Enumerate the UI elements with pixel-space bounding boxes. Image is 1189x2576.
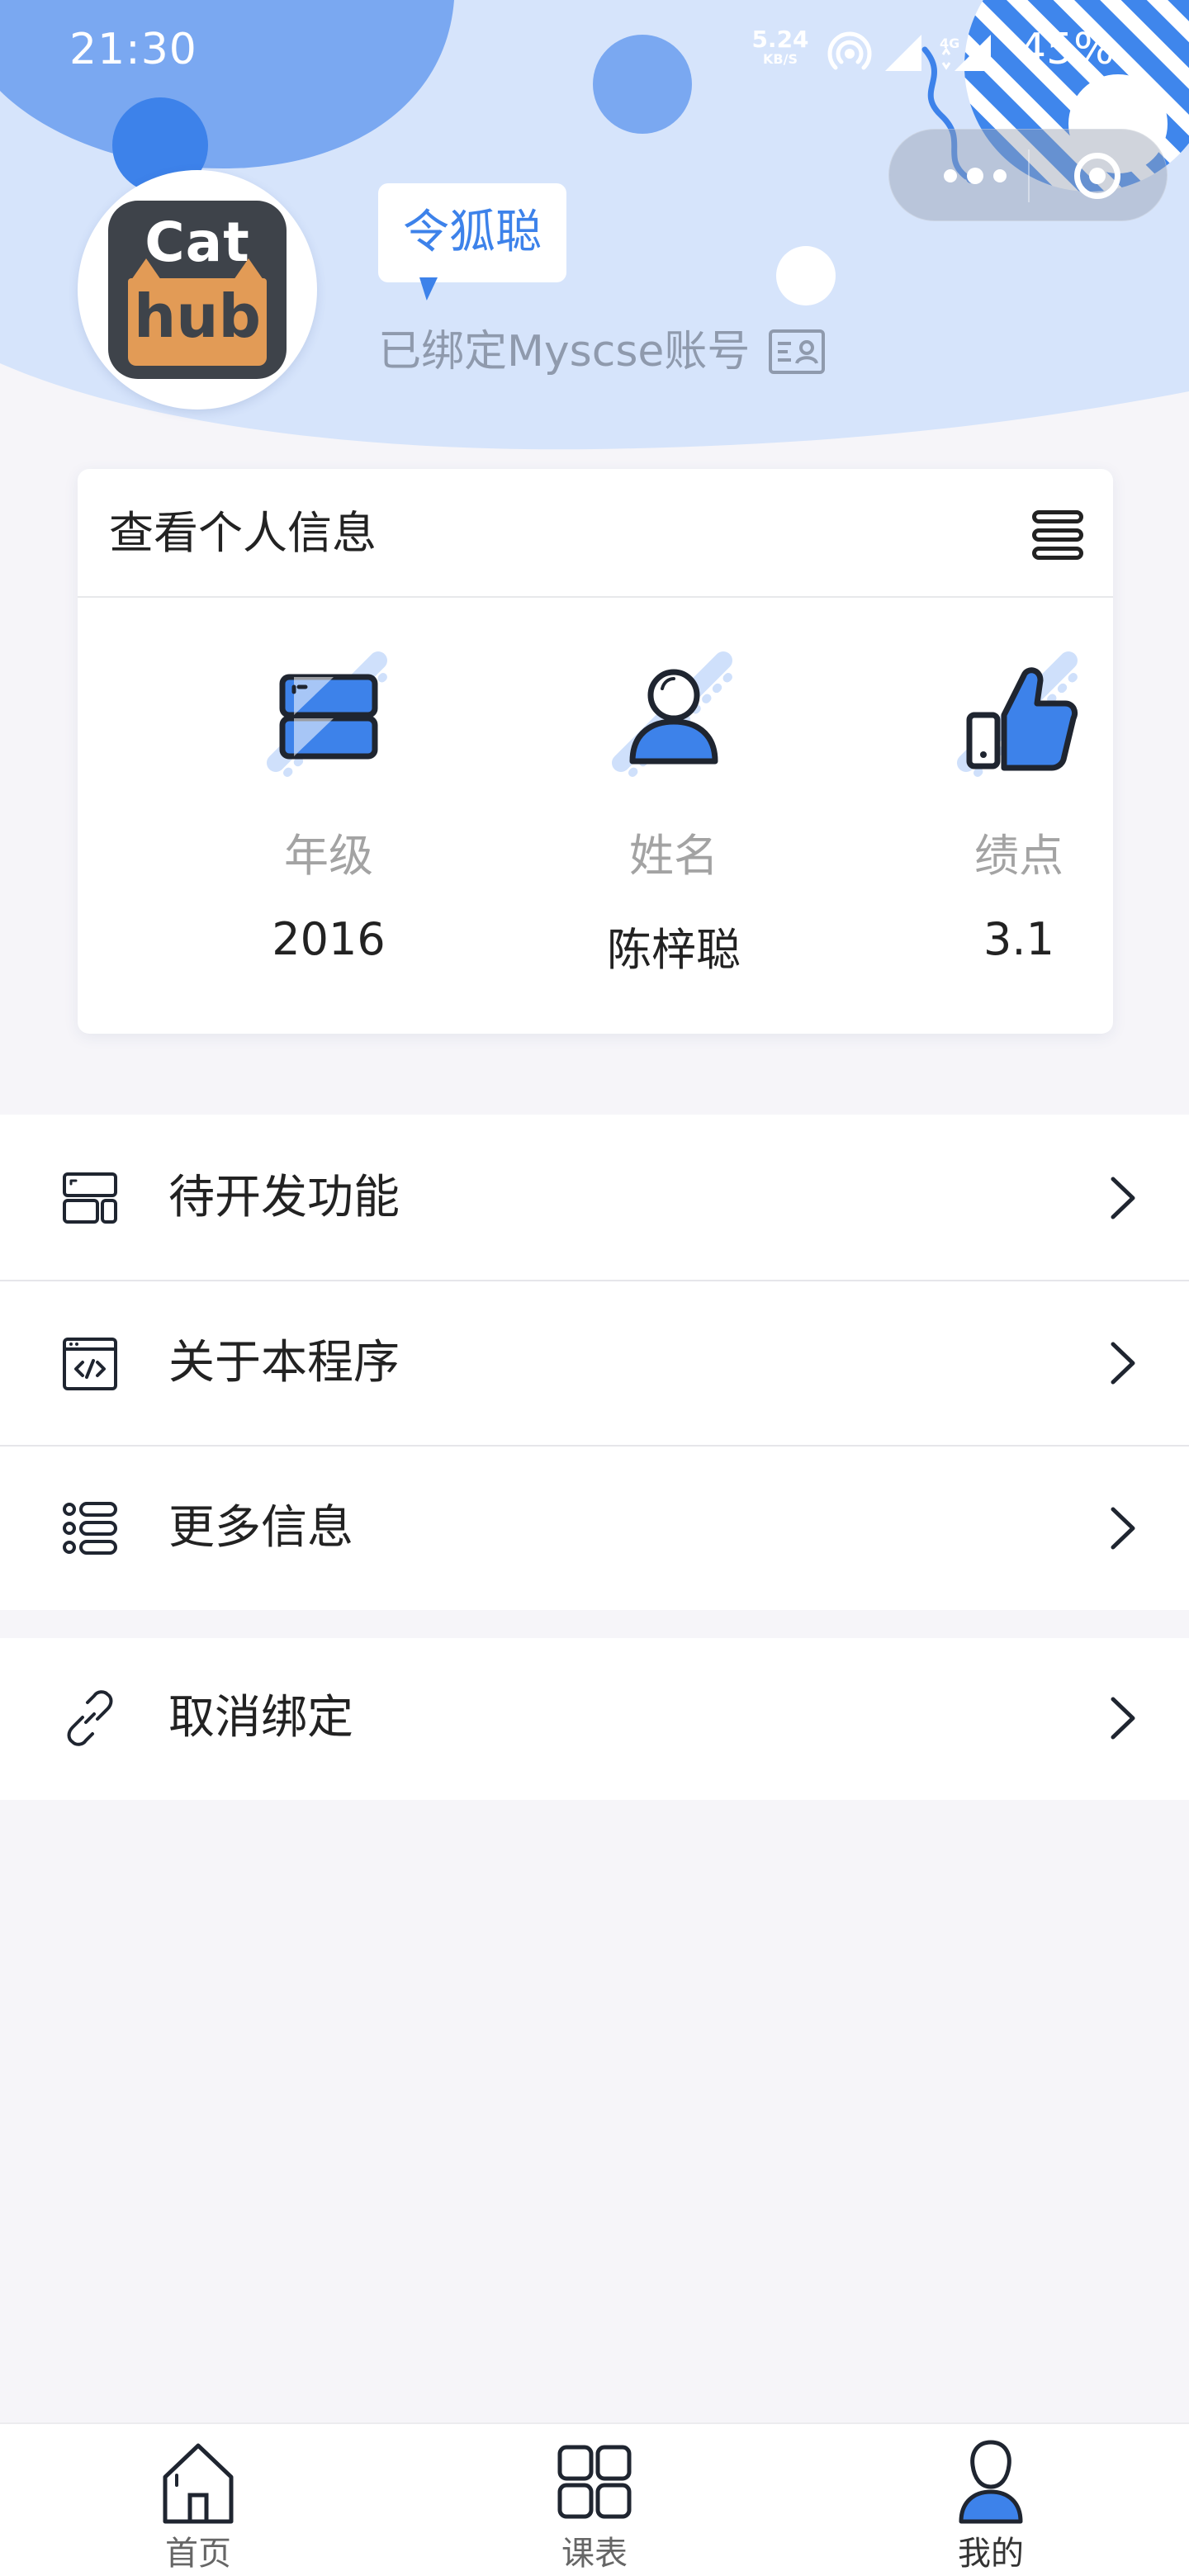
menu-label: 更多信息 [168,1501,353,1555]
tab-schedule[interactable]: 课表 [396,2424,793,2576]
home-icon [163,2443,234,2524]
menu-label: 关于本程序 [168,1336,400,1390]
target-close-icon[interactable] [1051,141,1144,211]
grid-icon [557,2445,632,2519]
user-icon [959,2440,1023,2524]
bound-status-text: 已绑定Myscse账号 [378,327,751,376]
menu-item-unbind[interactable]: 取消绑定 [0,1638,1189,1800]
signal-icon [885,35,921,71]
more-dots-icon[interactable] [919,130,1026,222]
logo-text-bottom: hub [133,282,262,351]
stat-label: 姓名 [629,830,718,882]
status-bar: 21:30 5.24 KB/S 4G 45% [0,0,1189,107]
logo-box: hub [128,258,267,366]
stats-row: 年级 2016 姓名 陈梓聪 绩点 3.1 [78,598,1113,1034]
stack-menu-icon[interactable] [1032,510,1083,560]
menu-item-about[interactable]: 关于本程序 [0,1280,1189,1445]
wifi-hotspot-icon [827,31,872,70]
link-icon [67,1690,113,1746]
thumbs-up-icon [957,651,1081,777]
tab-label: 课表 [561,2535,628,2573]
chevron-right-icon [1111,1177,1135,1219]
network-speed: 5.24 KB/S [751,28,809,66]
stat-value: 3.1 [983,913,1054,965]
stat-grade: 年级 2016 [205,598,452,1034]
chevron-right-icon [1111,1697,1135,1740]
tab-label: 我的 [958,2535,1024,2573]
code-window-icon [63,1338,117,1390]
tab-mine[interactable]: 我的 [793,2424,1189,2576]
tab-label: 首页 [165,2535,231,2573]
stat-value: 2016 [272,913,386,965]
avatar[interactable]: Cat hub [78,170,317,410]
network-speed-unit: KB/S [763,51,798,67]
stat-label: 年级 [284,830,373,882]
status-time: 21:30 [69,25,197,74]
person-icon [612,651,736,777]
miniprogram-capsule [888,129,1168,221]
menu-label: 取消绑定 [168,1691,353,1745]
chevron-right-icon [1111,1507,1135,1550]
capsule-divider [1028,149,1030,202]
stat-value: 陈梓聪 [607,924,741,976]
stat-label: 绩点 [974,830,1063,882]
bottom-tab-bar: 首页 课表 我的 [0,2422,1189,2576]
stat-gpa: 绩点 3.1 [895,598,1143,1034]
menu-group-unbind: 取消绑定 [0,1638,1189,1800]
card-title: 查看个人信息 [109,507,377,559]
list-icon [63,1502,117,1555]
signal-4g-icon: 4G [940,35,991,71]
menu-label: 待开发功能 [168,1171,400,1224]
card-header[interactable]: 查看个人信息 [78,469,1113,598]
nickname-bubble: 令狐聪 [378,183,566,282]
grade-server-icon [267,651,391,777]
menu-item-pending-features[interactable]: 待开发功能 [0,1115,1189,1280]
cathub-logo: Cat hub [108,201,287,379]
layout-icon [63,1172,117,1224]
chevron-right-icon [1111,1342,1135,1385]
stat-name: 姓名 陈梓聪 [550,598,798,1034]
menu-item-more-info[interactable]: 更多信息 [0,1445,1189,1610]
battery-level: 45% [1019,25,1115,74]
bound-status: 已绑定Myscse账号 [378,320,826,383]
id-card-icon [769,329,826,374]
menu-group-main: 待开发功能 关于本程序 更多信息 [0,1115,1189,1610]
tab-home[interactable]: 首页 [0,2424,396,2576]
network-speed-value: 5.24 [751,26,809,53]
personal-info-card: 查看个人信息 年级 2016 姓名 陈梓聪 绩点 3.1 [78,469,1113,1034]
svg-text:4G: 4G [940,36,959,51]
